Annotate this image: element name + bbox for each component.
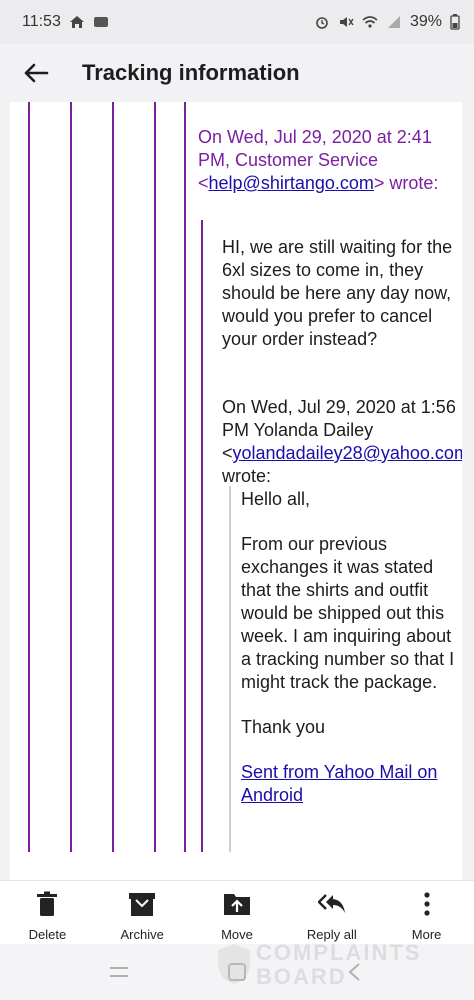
thanks-text: Thank you [241,717,326,737]
archive-icon [129,893,156,916]
more-label: More [411,927,442,942]
original-message: Hello all, From our previous exchanges i… [241,488,457,829]
move-label: Move [221,927,253,942]
quote-header-suffix: > wrote: [373,173,439,193]
back-arrow-icon [24,63,49,83]
original-paragraph: From our previous exchanges it was state… [241,534,455,692]
page-title: Tracking information [82,60,300,85]
reply-all-icon [317,894,345,913]
move-folder-icon [223,894,250,915]
trash-icon [37,891,58,916]
quote-header: On Wed, Jul 29, 2020 at 2:41 PM, Custome… [198,126,456,195]
sender-email-link[interactable]: help@shirtango.com [209,173,374,193]
system-nav-bar [0,944,474,1000]
quote-level-line [28,102,30,852]
yahoo-signature-link[interactable]: Sent from Yahoo Mail on Android [241,762,437,805]
move-button[interactable]: Move [190,881,285,944]
home-button[interactable] [217,952,257,992]
home-square-icon [228,963,246,981]
recent-apps-icon [110,967,128,977]
greeting-text: Hello all, [241,489,311,509]
reply-all-button[interactable]: Reply all [284,881,379,944]
alarm-icon [316,17,328,29]
quote-level-line [70,102,72,852]
more-vertical-icon [423,892,430,916]
recent-apps-button[interactable] [99,952,139,992]
message-body: On Wed, Jul 29, 2020 at 2:41 PM, Custome… [10,102,462,880]
reply-header: On Wed, Jul 29, 2020 at 1:56 PM Yolanda … [222,396,462,488]
status-right: 39% [314,13,460,31]
delete-label: Delete [28,927,67,942]
reply-body-text: HI, we are still waiting for the 6xl siz… [222,237,453,349]
more-button[interactable]: More [379,881,474,944]
status-bar: 11:53 39% [0,0,474,44]
action-toolbar: Delete Archive Move Reply all More [0,880,474,944]
signal-icon [387,16,400,28]
archive-label: Archive [120,927,164,942]
mute-icon [339,17,354,27]
wifi-icon [362,16,378,28]
app-notification-icon [93,17,108,27]
home-icon [69,16,84,28]
reply-all-label: Reply all [306,927,357,942]
back-chevron-icon [348,963,360,981]
delete-button[interactable]: Delete [0,881,95,944]
quote-level-line [184,102,186,852]
system-back-button[interactable] [335,952,375,992]
customer-email-link[interactable]: yolandadailey28@yahoo.com [233,443,462,463]
back-button[interactable] [0,44,72,102]
inner-quote-border [229,486,231,852]
status-left: 11:53 [22,13,109,31]
status-time: 11:53 [22,13,61,30]
battery-icon [450,14,460,30]
quote-border-line [201,220,203,852]
app-bar: Tracking information [0,44,474,102]
quote-level-line [154,102,156,852]
quote-level-line [112,102,114,852]
archive-button[interactable]: Archive [95,881,190,944]
battery-level: 39% [409,13,442,30]
